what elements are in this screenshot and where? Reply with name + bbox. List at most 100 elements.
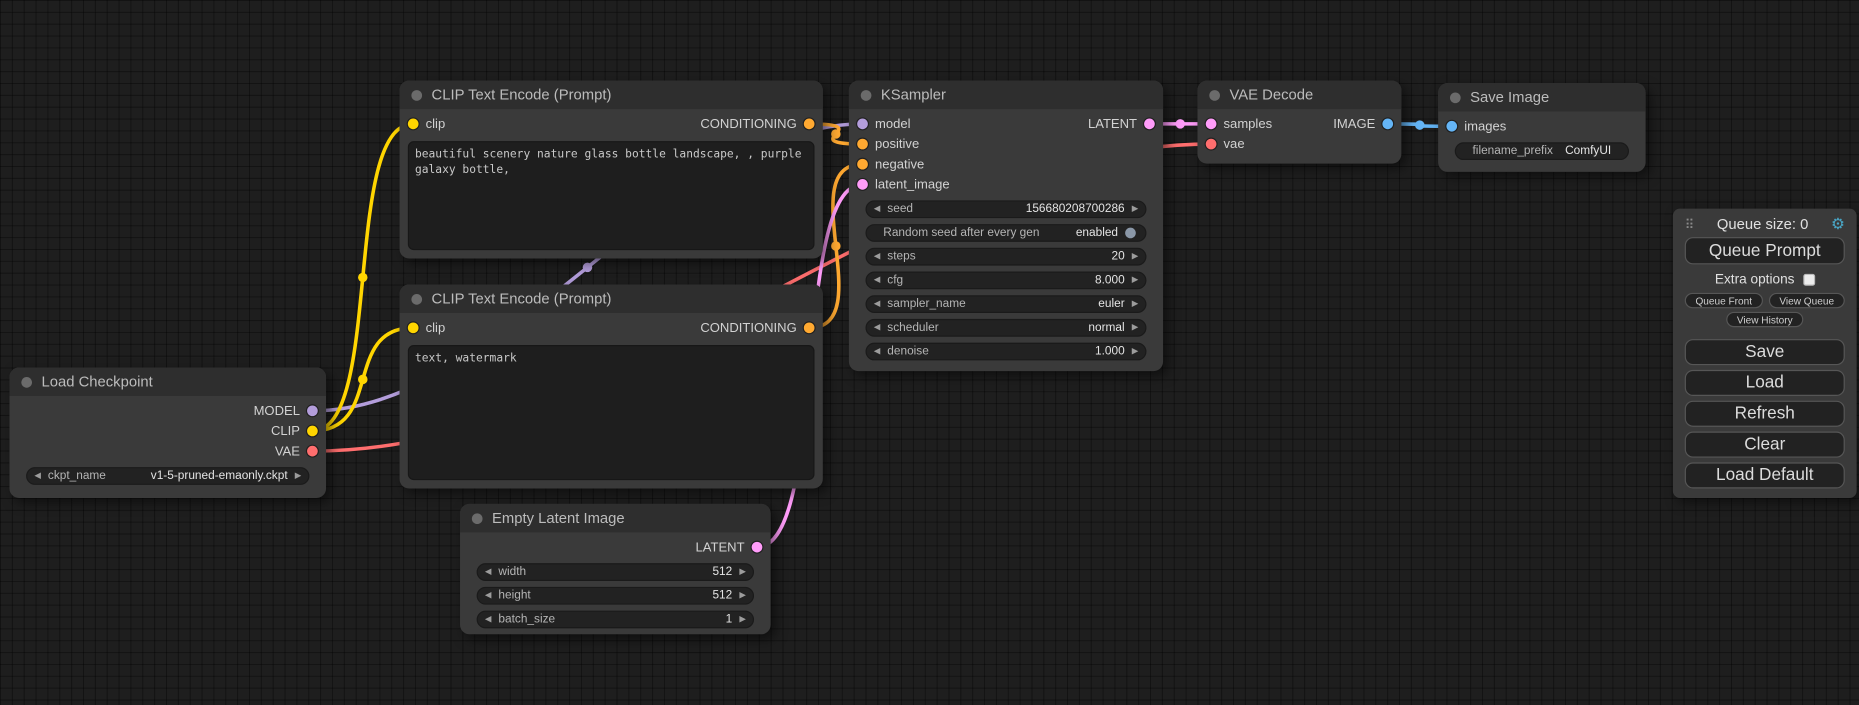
load-button[interactable]: Load — [1685, 370, 1845, 396]
conditioning-input-dot[interactable] — [857, 159, 868, 170]
input-slot-negative[interactable]: negative — [857, 157, 924, 171]
clip-input-dot[interactable] — [408, 322, 419, 333]
collapse-dot-icon[interactable] — [1450, 92, 1461, 103]
save-button[interactable]: Save — [1685, 339, 1845, 365]
increment-arrow-icon[interactable]: ▶ — [1132, 253, 1138, 261]
output-slot-latent[interactable]: LATENT — [696, 540, 763, 554]
prompt-textarea[interactable]: beautiful scenery nature glass bottle la… — [408, 141, 815, 250]
decrement-arrow-icon[interactable]: ◀ — [485, 568, 491, 576]
increment-arrow-icon[interactable]: ▶ — [1132, 300, 1138, 308]
decrement-arrow-icon[interactable]: ◀ — [874, 300, 880, 308]
increment-arrow-icon[interactable]: ▶ — [1132, 324, 1138, 332]
increment-arrow-icon[interactable]: ▶ — [739, 615, 745, 623]
input-slot-clip[interactable]: clip — [408, 117, 445, 131]
model-output-dot[interactable] — [307, 405, 318, 416]
widget-batch-size[interactable]: ◀ batch_size 1 ▶ — [477, 611, 754, 629]
clip-output-dot[interactable] — [307, 426, 318, 437]
node-title-bar[interactable]: KSampler — [849, 81, 1163, 109]
decrement-arrow-icon[interactable]: ◀ — [34, 472, 40, 480]
output-slot-vae[interactable]: VAE — [275, 444, 318, 458]
image-input-dot[interactable] — [1446, 121, 1457, 132]
collapse-dot-icon[interactable] — [472, 513, 483, 524]
node-save-image[interactable]: Save Image images filename_prefix ComfyU… — [1438, 83, 1645, 172]
widget-filename-prefix[interactable]: filename_prefix ComfyUI — [1455, 142, 1629, 160]
node-load-checkpoint[interactable]: Load Checkpoint MODEL CLIP VAE — [9, 368, 326, 498]
widget-steps[interactable]: ◀ steps 20 ▶ — [865, 248, 1146, 266]
latent-input-dot[interactable] — [857, 179, 868, 190]
output-slot-latent[interactable]: LATENT — [1088, 117, 1155, 131]
conditioning-output-dot[interactable] — [804, 322, 815, 333]
collapse-dot-icon[interactable] — [861, 90, 872, 101]
queue-prompt-button[interactable]: Queue Prompt — [1685, 237, 1845, 264]
prompt-textarea[interactable]: text, watermark — [408, 345, 815, 480]
input-slot-images[interactable]: images — [1446, 119, 1506, 133]
settings-gear-icon[interactable]: ⚙ — [1831, 215, 1845, 234]
view-history-button[interactable]: View History — [1726, 312, 1803, 327]
widget-denoise[interactable]: ◀ denoise 1.000 ▶ — [865, 343, 1146, 361]
conditioning-input-dot[interactable] — [857, 139, 868, 150]
refresh-button[interactable]: Refresh — [1685, 401, 1845, 427]
node-ksampler[interactable]: KSampler model LATENT positive — [849, 81, 1163, 371]
node-clip-text-encode-positive[interactable]: CLIP Text Encode (Prompt) clip CONDITION… — [400, 81, 823, 259]
widget-scheduler[interactable]: ◀ scheduler normal ▶ — [865, 319, 1146, 337]
node-title-bar[interactable]: Empty Latent Image — [460, 504, 771, 532]
vae-input-dot[interactable] — [1206, 139, 1217, 150]
output-slot-image[interactable]: IMAGE — [1333, 117, 1393, 131]
output-slot-model[interactable]: MODEL — [254, 404, 318, 418]
increment-arrow-icon[interactable]: ▶ — [739, 592, 745, 600]
clip-input-dot[interactable] — [408, 119, 419, 130]
widget-sampler-name[interactable]: ◀ sampler_name euler ▶ — [865, 295, 1146, 313]
decrement-arrow-icon[interactable]: ◀ — [874, 276, 880, 284]
decrement-arrow-icon[interactable]: ◀ — [874, 205, 880, 213]
node-title-bar[interactable]: CLIP Text Encode (Prompt) — [400, 285, 823, 313]
collapse-dot-icon[interactable] — [21, 376, 32, 387]
queue-front-button[interactable]: Queue Front — [1685, 293, 1763, 308]
clear-button[interactable]: Clear — [1685, 432, 1845, 458]
input-slot-positive[interactable]: positive — [857, 137, 919, 151]
node-title-bar[interactable]: Load Checkpoint — [9, 368, 326, 396]
toggle-knob-icon[interactable] — [1125, 228, 1136, 239]
extra-options-checkbox[interactable] — [1803, 274, 1815, 286]
node-title-bar[interactable]: VAE Decode — [1197, 81, 1401, 109]
conditioning-output-dot[interactable] — [804, 119, 815, 130]
widget-width[interactable]: ◀ width 512 ▶ — [477, 563, 754, 581]
model-input-dot[interactable] — [857, 119, 868, 130]
output-slot-clip[interactable]: CLIP — [271, 424, 318, 438]
node-title-bar[interactable]: Save Image — [1438, 83, 1645, 111]
image-output-dot[interactable] — [1382, 119, 1393, 130]
input-slot-latent-image[interactable]: latent_image — [857, 177, 949, 191]
widget-cfg[interactable]: ◀ cfg 8.000 ▶ — [865, 272, 1146, 290]
node-title-bar[interactable]: CLIP Text Encode (Prompt) — [400, 81, 823, 109]
decrement-arrow-icon[interactable]: ◀ — [485, 592, 491, 600]
comfy-menu-panel[interactable]: ⠿ Queue size: 0 ⚙ Queue Prompt Extra opt… — [1673, 209, 1857, 498]
vae-output-dot[interactable] — [307, 446, 318, 457]
increment-arrow-icon[interactable]: ▶ — [739, 568, 745, 576]
node-vae-decode[interactable]: VAE Decode samples IMAGE vae — [1197, 81, 1401, 164]
collapse-dot-icon[interactable] — [411, 293, 422, 304]
decrement-arrow-icon[interactable]: ◀ — [874, 324, 880, 332]
view-queue-button[interactable]: View Queue — [1769, 293, 1845, 308]
input-slot-model[interactable]: model — [857, 117, 910, 131]
collapse-dot-icon[interactable] — [1209, 90, 1220, 101]
output-slot-conditioning[interactable]: CONDITIONING — [700, 117, 814, 131]
latent-output-dot[interactable] — [1144, 119, 1155, 130]
increment-arrow-icon[interactable]: ▶ — [1132, 347, 1138, 355]
node-graph-canvas[interactable]: Load Checkpoint MODEL CLIP VAE — [0, 0, 1859, 705]
decrement-arrow-icon[interactable]: ◀ — [874, 347, 880, 355]
widget-random-seed-toggle[interactable]: Random seed after every gen enabled — [865, 224, 1146, 242]
node-empty-latent-image[interactable]: Empty Latent Image LATENT ◀ width 512 ▶ … — [460, 504, 771, 634]
decrement-arrow-icon[interactable]: ◀ — [874, 253, 880, 261]
input-slot-samples[interactable]: samples — [1206, 117, 1272, 131]
input-slot-clip[interactable]: clip — [408, 321, 445, 335]
widget-height[interactable]: ◀ height 512 ▶ — [477, 587, 754, 605]
load-default-button[interactable]: Load Default — [1685, 462, 1845, 488]
latent-input-dot[interactable] — [1206, 119, 1217, 130]
widget-ckpt-name[interactable]: ◀ ckpt_name v1-5-pruned-emaonly.ckpt ▶ — [26, 467, 309, 485]
decrement-arrow-icon[interactable]: ◀ — [485, 615, 491, 623]
increment-arrow-icon[interactable]: ▶ — [1132, 205, 1138, 213]
increment-arrow-icon[interactable]: ▶ — [1132, 276, 1138, 284]
node-clip-text-encode-negative[interactable]: CLIP Text Encode (Prompt) clip CONDITION… — [400, 285, 823, 489]
collapse-dot-icon[interactable] — [411, 90, 422, 101]
increment-arrow-icon[interactable]: ▶ — [295, 472, 301, 480]
drag-handle-icon[interactable]: ⠿ — [1685, 216, 1695, 231]
